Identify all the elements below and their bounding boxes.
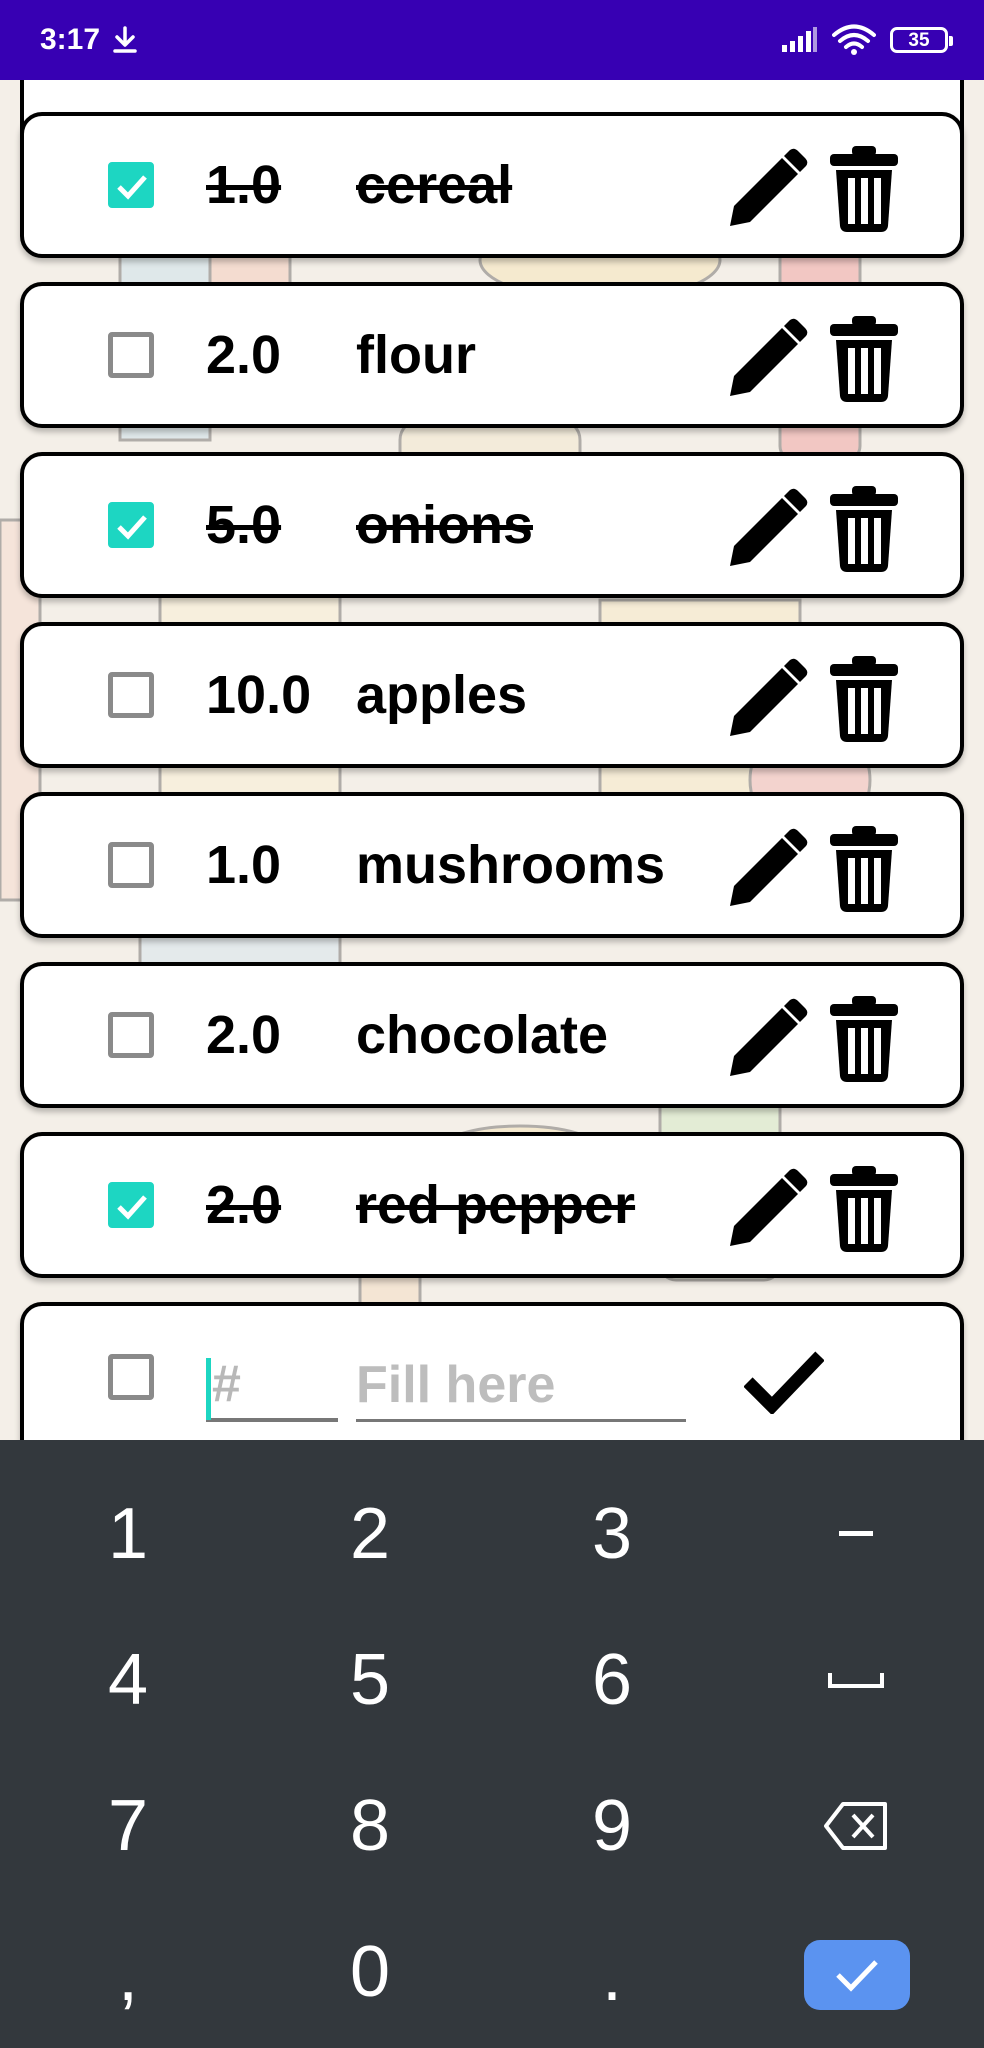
edit-pencil-icon[interactable] <box>724 148 808 232</box>
item-checkbox[interactable] <box>108 1012 154 1058</box>
shopping-list[interactable]: 1.0 cereal 2.0 flour 5.0 onions 10.0 app… <box>0 80 984 1440</box>
trash-icon[interactable] <box>828 316 900 402</box>
item-quantity: 2.0 <box>206 1175 282 1235</box>
new-item-checkbox[interactable] <box>108 1354 154 1400</box>
numeric-keyboard: 1 2 3 4 5 6 7 8 9 , 0 . <box>0 1440 984 2048</box>
item-checkbox-checked[interactable] <box>108 162 154 208</box>
item-quantity: 2.0 <box>206 1005 282 1065</box>
key-0[interactable]: 0 <box>280 1912 460 2032</box>
item-quantity: 1.0 <box>206 155 282 215</box>
item-checkbox[interactable] <box>108 332 154 378</box>
key-4[interactable]: 4 <box>38 1620 218 1740</box>
key-space[interactable] <box>766 1620 946 1740</box>
trash-icon[interactable] <box>828 486 900 572</box>
item-name: chocolate <box>356 1005 609 1065</box>
key-period[interactable]: . <box>522 1916 702 2036</box>
list-item[interactable]: 5.0 onions <box>20 452 964 598</box>
trash-icon[interactable] <box>828 1166 900 1252</box>
item-checkbox[interactable] <box>108 672 154 718</box>
backspace-icon <box>824 1802 887 1850</box>
status-time: 3:17 <box>40 23 101 56</box>
edit-pencil-icon[interactable] <box>724 828 808 912</box>
key-1[interactable]: 1 <box>38 1474 218 1594</box>
battery-level: 35 <box>908 29 930 51</box>
key-5[interactable]: 5 <box>280 1620 460 1740</box>
key-minus[interactable] <box>766 1474 946 1594</box>
checkmark-icon <box>836 1960 878 1992</box>
item-checkbox-checked[interactable] <box>108 1182 154 1228</box>
status-bar: 3:17 35 <box>0 0 984 80</box>
item-name-input[interactable] <box>356 1350 686 1422</box>
signal-icon <box>782 27 817 52</box>
battery-icon: 35 <box>890 27 953 53</box>
download-icon <box>113 26 137 53</box>
edit-pencil-icon[interactable] <box>724 488 808 572</box>
list-item[interactable]: 10.0 apples <box>20 622 964 768</box>
edit-pencil-icon[interactable] <box>724 318 808 402</box>
minus-icon <box>839 1531 873 1536</box>
item-name: apples <box>356 665 528 725</box>
quantity-input[interactable] <box>206 1350 338 1422</box>
list-item[interactable]: 1.0 mushrooms <box>20 792 964 938</box>
item-checkbox[interactable] <box>108 842 154 888</box>
key-8[interactable]: 8 <box>280 1766 460 1886</box>
item-name: onions <box>356 495 533 555</box>
key-3[interactable]: 3 <box>522 1474 702 1594</box>
list-item[interactable]: 1.0 cereal <box>20 112 964 258</box>
item-quantity: 5.0 <box>206 495 282 555</box>
list-item[interactable]: 2.0 chocolate <box>20 962 964 1108</box>
trash-icon[interactable] <box>828 656 900 742</box>
item-quantity: 2.0 <box>206 325 282 385</box>
space-icon <box>828 1673 884 1688</box>
item-name: red pepper <box>356 1175 636 1235</box>
new-item-row[interactable] <box>20 1302 964 1440</box>
status-left: 3:17 <box>40 23 138 57</box>
trash-icon[interactable] <box>828 996 900 1082</box>
key-backspace[interactable] <box>766 1766 946 1886</box>
key-9[interactable]: 9 <box>522 1766 702 1886</box>
key-2[interactable]: 2 <box>280 1474 460 1594</box>
trash-icon[interactable] <box>828 146 900 232</box>
text-cursor <box>206 1358 211 1420</box>
check-icon <box>117 1195 147 1220</box>
done-key[interactable] <box>804 1940 910 2010</box>
list-item[interactable]: 2.0 red pepper <box>20 1132 964 1278</box>
edit-pencil-icon[interactable] <box>724 658 808 742</box>
trash-icon[interactable] <box>828 826 900 912</box>
item-quantity: 10.0 <box>206 665 312 725</box>
item-name: cereal <box>356 155 513 215</box>
edit-pencil-icon[interactable] <box>724 998 808 1082</box>
key-comma[interactable]: , <box>38 1916 218 2036</box>
check-icon <box>117 175 147 200</box>
item-quantity: 1.0 <box>206 835 282 895</box>
status-right: 35 <box>780 24 953 56</box>
edit-pencil-icon[interactable] <box>724 1168 808 1252</box>
check-icon <box>117 515 147 540</box>
item-name: flour <box>356 325 476 385</box>
item-checkbox-checked[interactable] <box>108 502 154 548</box>
item-name: mushrooms <box>356 835 666 895</box>
list-item[interactable]: 2.0 flour <box>20 282 964 428</box>
wifi-icon <box>832 24 876 55</box>
confirm-check-icon[interactable] <box>744 1348 824 1414</box>
key-6[interactable]: 6 <box>522 1620 702 1740</box>
key-7[interactable]: 7 <box>38 1766 218 1886</box>
